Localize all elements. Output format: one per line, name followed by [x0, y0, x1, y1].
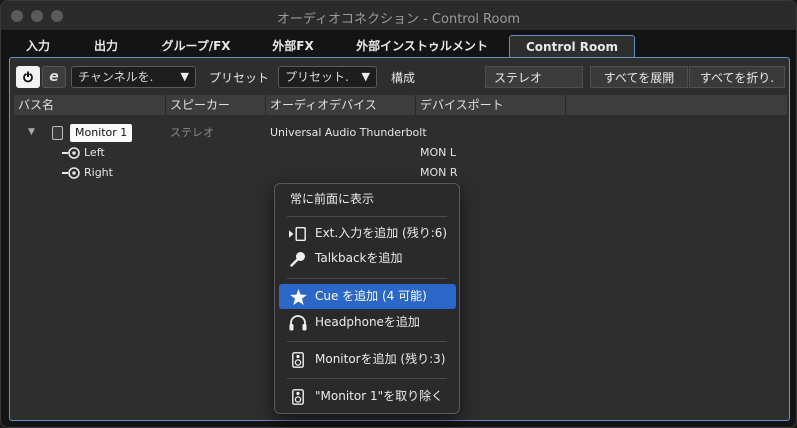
audio-connections-window: オーディオコネクション - Control Room 入力 出力 グループ/FX… [0, 0, 797, 428]
menu-item-add-ext-input[interactable]: Ext.入力を追加 (残り:6) [279, 221, 456, 246]
title-bar: オーディオコネクション - Control Room [1, 1, 796, 31]
menu-item-add-headphone[interactable]: Headphoneを追加 [279, 310, 456, 335]
menu-item-always-on-top[interactable]: 常に前面に表示 [279, 187, 456, 212]
tab-inputs[interactable]: 入力 [15, 35, 61, 57]
menu-separator [287, 278, 447, 279]
table-header: バス名 スピーカー オーディオデバイス デバイスポート [14, 95, 787, 115]
chevron-down-icon: ▼ [180, 70, 189, 83]
config-value[interactable]: ステレオ [485, 66, 583, 88]
column-audio-device[interactable]: オーディオデバイス [266, 95, 416, 115]
menu-item-label: 常に前面に表示 [290, 192, 375, 206]
preset-label: プリセット [209, 71, 270, 85]
table-row[interactable]: Left MON L [14, 143, 787, 163]
window-title: オーディオコネクション - Control Room [276, 12, 521, 27]
power-button[interactable] [16, 66, 40, 88]
microphone-icon [289, 251, 307, 267]
port-name: Left [84, 146, 105, 159]
edit-button[interactable]: e [42, 66, 66, 88]
menu-separator [287, 216, 447, 217]
tab-external-instruments[interactable]: 外部インストゥルメント [347, 35, 497, 57]
speaker-icon [289, 389, 307, 405]
star-icon [289, 289, 307, 305]
expand-triangle-icon[interactable]: ▼ [28, 127, 35, 137]
tab-control-room[interactable]: Control Room [509, 35, 635, 57]
table-row[interactable]: Right MON R [14, 163, 787, 183]
ext-input-icon [289, 226, 307, 242]
edit-icon: e [49, 69, 59, 85]
menu-item-label: Cue を追加 (4 可能) [315, 289, 427, 303]
menu-item-label: Monitorを追加 (残り:3) [315, 352, 446, 366]
menu-item-label: Headphoneを追加 [315, 315, 420, 329]
menu-item-remove-monitor[interactable]: "Monitor 1"を取り除く [279, 384, 456, 409]
context-menu: 常に前面に表示 Ext.入力を追加 (残り:6) Talkbackを追加 Cue… [274, 183, 460, 414]
menu-item-add-monitor[interactable]: Monitorを追加 (残り:3) [279, 347, 456, 372]
port-name: Right [84, 166, 113, 179]
tab-group-fx[interactable]: グループ/FX [151, 35, 241, 57]
tab-bar: 入力 出力 グループ/FX 外部FX 外部インストゥルメント Control R… [1, 31, 796, 57]
bus-audio-device[interactable]: Universal Audio Thunderbolt [270, 123, 427, 143]
column-device-port[interactable]: デバイスポート [416, 95, 566, 115]
bus-name-field[interactable]: Monitor 1 [70, 124, 133, 142]
tab-external-fx[interactable]: 外部FX [263, 35, 323, 57]
column-empty [566, 95, 787, 115]
chevron-down-icon: ▼ [361, 70, 370, 83]
menu-item-label: Talkbackを追加 [315, 251, 403, 265]
expand-all-button[interactable]: すべてを展開 [590, 66, 688, 88]
channel-select-value: チャンネルを. [78, 70, 154, 84]
speaker-icon [289, 352, 307, 368]
tab-outputs[interactable]: 出力 [83, 35, 129, 57]
speaker-icon [52, 126, 63, 140]
preset-select-value: プリセット. [285, 70, 349, 84]
channel-select[interactable]: チャンネルを. ▼ [71, 66, 196, 88]
column-speaker[interactable]: スピーカー [166, 95, 266, 115]
column-bus-name[interactable]: バス名 [14, 95, 166, 115]
bus-speaker: ステレオ [170, 126, 214, 139]
device-port[interactable]: MON R [420, 163, 458, 183]
port-icon [62, 167, 80, 179]
menu-item-add-talkback[interactable]: Talkbackを追加 [279, 246, 456, 271]
headphones-icon [289, 315, 307, 331]
menu-separator [287, 341, 447, 342]
device-port[interactable]: MON L [420, 143, 456, 163]
power-icon [23, 71, 33, 83]
port-icon [62, 147, 80, 159]
collapse-all-button[interactable]: すべてを折り. [689, 66, 785, 88]
menu-item-label: "Monitor 1"を取り除く [315, 389, 444, 403]
menu-item-add-cue[interactable]: Cue を追加 (4 可能) [279, 284, 456, 309]
config-label: 構成 [391, 71, 416, 85]
preset-select[interactable]: プリセット. ▼ [278, 66, 377, 88]
table-row[interactable]: ▼ Monitor 1 ステレオ Universal Audio Thunder… [14, 123, 787, 143]
menu-separator [287, 378, 447, 379]
menu-item-label: Ext.入力を追加 (残り:6) [315, 226, 448, 240]
